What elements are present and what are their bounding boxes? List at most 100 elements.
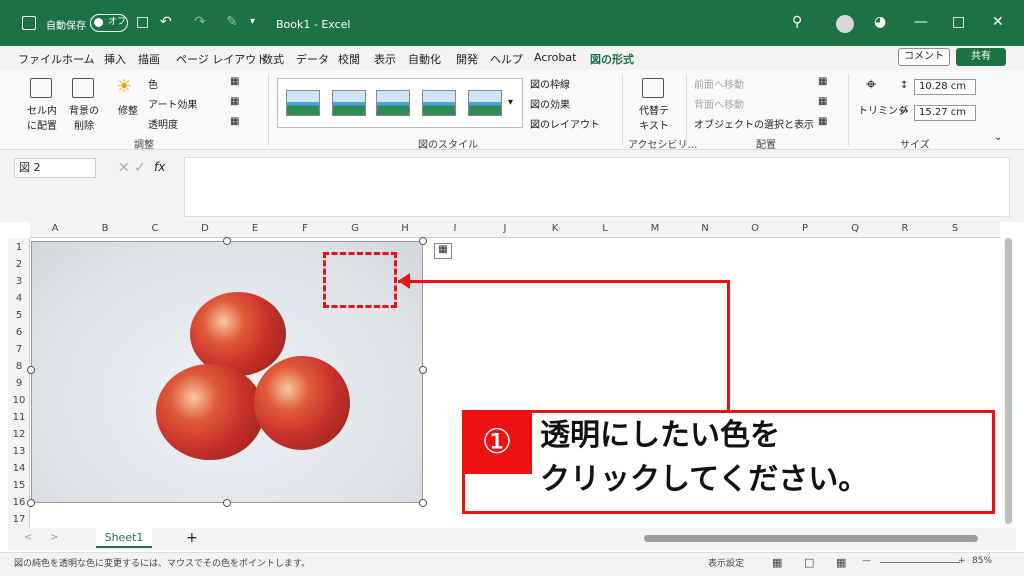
- reset-picture-icon[interactable]: ▦: [230, 116, 239, 127]
- name-box[interactable]: 図 2: [14, 158, 96, 178]
- tab-home[interactable]: ホーム: [62, 51, 95, 67]
- column-header[interactable]: C: [130, 223, 180, 234]
- resize-handle[interactable]: [419, 237, 427, 245]
- redo-icon[interactable]: ↷: [194, 14, 206, 30]
- column-header[interactable]: S: [930, 223, 980, 234]
- resize-handle[interactable]: [419, 366, 427, 374]
- row-header[interactable]: 17: [8, 514, 30, 525]
- row-header[interactable]: 13: [8, 446, 30, 457]
- picture-layout-button[interactable]: 図のレイアウト: [530, 116, 600, 131]
- row-header[interactable]: 12: [8, 429, 30, 440]
- tab-automate[interactable]: 自動化: [408, 51, 441, 67]
- row-header[interactable]: 3: [8, 276, 30, 287]
- tab-view[interactable]: 表示: [374, 51, 396, 67]
- vertical-scroll-thumb[interactable]: [1005, 238, 1012, 524]
- lightbulb-icon[interactable]: ◕: [874, 14, 886, 30]
- row-header[interactable]: 9: [8, 378, 30, 389]
- style-thumbnail[interactable]: [468, 90, 502, 116]
- share-button[interactable]: 共有: [956, 48, 1006, 66]
- compress-icon[interactable]: ▦: [230, 76, 239, 87]
- tab-help[interactable]: ヘルプ: [490, 51, 523, 67]
- rotate-icon[interactable]: ▦: [818, 116, 827, 127]
- color-button[interactable]: 色: [148, 76, 158, 91]
- column-header[interactable]: B: [80, 223, 130, 234]
- transparency-button[interactable]: 透明度: [148, 116, 178, 131]
- tab-draw[interactable]: 描画: [138, 51, 160, 67]
- height-input[interactable]: 10.28 cm: [914, 79, 976, 95]
- page-layout-view-icon[interactable]: □: [804, 556, 814, 569]
- column-header[interactable]: A: [30, 223, 80, 234]
- resize-handle[interactable]: [27, 366, 35, 374]
- comment-button[interactable]: コメント: [898, 48, 950, 66]
- row-header[interactable]: 14: [8, 463, 30, 474]
- column-header[interactable]: N: [680, 223, 730, 234]
- resize-handle[interactable]: [223, 237, 231, 245]
- autosave-toggle[interactable]: オフ: [90, 14, 128, 32]
- insert-function-button[interactable]: fx: [154, 160, 165, 174]
- search-icon[interactable]: ⚲: [792, 14, 802, 30]
- bring-forward-button[interactable]: 前面へ移動: [694, 76, 744, 91]
- column-header[interactable]: J: [480, 223, 530, 234]
- tab-picture-format[interactable]: 図の形式: [590, 51, 634, 72]
- column-header[interactable]: F: [280, 223, 330, 234]
- column-header[interactable]: O: [730, 223, 780, 234]
- column-header[interactable]: K: [530, 223, 580, 234]
- normal-view-icon[interactable]: ▦: [772, 556, 782, 569]
- column-header[interactable]: I: [430, 223, 480, 234]
- column-header[interactable]: G: [330, 223, 380, 234]
- style-thumbnail[interactable]: [422, 90, 456, 116]
- align-icon[interactable]: ▦: [818, 76, 827, 87]
- customize-qat-icon[interactable]: ▾: [250, 14, 255, 30]
- tab-page-layout[interactable]: ページ レイアウト: [176, 51, 267, 67]
- column-header[interactable]: E: [230, 223, 280, 234]
- layout-options-icon[interactable]: ▦: [434, 243, 452, 259]
- enter-icon[interactable]: ✓: [134, 160, 146, 176]
- resize-handle[interactable]: [223, 499, 231, 507]
- add-sheet-button[interactable]: +: [186, 530, 198, 546]
- send-backward-button[interactable]: 背面へ移動: [694, 96, 744, 111]
- cancel-icon[interactable]: ✕: [118, 160, 130, 176]
- picture-effects-button[interactable]: 図の効果: [530, 96, 570, 111]
- display-settings-button[interactable]: 表示設定: [708, 556, 744, 569]
- ribbon-collapse-icon[interactable]: ⌄: [994, 132, 1002, 143]
- maximize-icon[interactable]: □: [952, 14, 965, 30]
- column-header[interactable]: R: [880, 223, 930, 234]
- remove-background-button[interactable]: 背景の削除: [68, 102, 100, 132]
- place-in-cell-button[interactable]: セル内に配置: [26, 102, 58, 132]
- row-header[interactable]: 15: [8, 480, 30, 491]
- zoom-slider[interactable]: [880, 562, 960, 563]
- width-input[interactable]: 15.27 cm: [914, 105, 976, 121]
- close-icon[interactable]: ✕: [992, 14, 1004, 30]
- gallery-more-icon[interactable]: ▾: [508, 97, 513, 108]
- column-header[interactable]: Q: [830, 223, 880, 234]
- tab-review[interactable]: 校閲: [338, 51, 360, 67]
- artistic-effects-button[interactable]: アート効果: [148, 96, 197, 111]
- tab-developer[interactable]: 開発: [456, 51, 478, 67]
- column-header[interactable]: H: [380, 223, 430, 234]
- resize-handle[interactable]: [27, 499, 35, 507]
- style-thumbnail[interactable]: [376, 90, 410, 116]
- page-break-view-icon[interactable]: ▦: [836, 556, 846, 569]
- row-header[interactable]: 1: [8, 242, 30, 253]
- undo-icon[interactable]: ↶: [160, 14, 172, 30]
- resize-handle[interactable]: [419, 499, 427, 507]
- tab-data[interactable]: データ: [296, 51, 329, 67]
- zoom-level[interactable]: 85%: [972, 556, 992, 566]
- style-thumbnail[interactable]: [286, 90, 320, 116]
- tab-insert[interactable]: 挿入: [104, 51, 126, 67]
- zoom-in-icon[interactable]: +: [958, 556, 966, 566]
- row-header[interactable]: 11: [8, 412, 30, 423]
- row-header[interactable]: 6: [8, 327, 30, 338]
- prev-sheet-icon[interactable]: <: [24, 532, 32, 543]
- column-header[interactable]: M: [630, 223, 680, 234]
- row-header[interactable]: 4: [8, 293, 30, 304]
- zoom-out-icon[interactable]: —: [862, 556, 871, 566]
- avatar[interactable]: [836, 15, 854, 33]
- column-header[interactable]: P: [780, 223, 830, 234]
- row-header[interactable]: 5: [8, 310, 30, 321]
- corrections-button[interactable]: 修整: [118, 102, 138, 117]
- group-icon[interactable]: ▦: [818, 96, 827, 107]
- column-header[interactable]: L: [580, 223, 630, 234]
- tab-formulas[interactable]: 数式: [262, 51, 284, 67]
- tab-file[interactable]: ファイル: [18, 51, 62, 67]
